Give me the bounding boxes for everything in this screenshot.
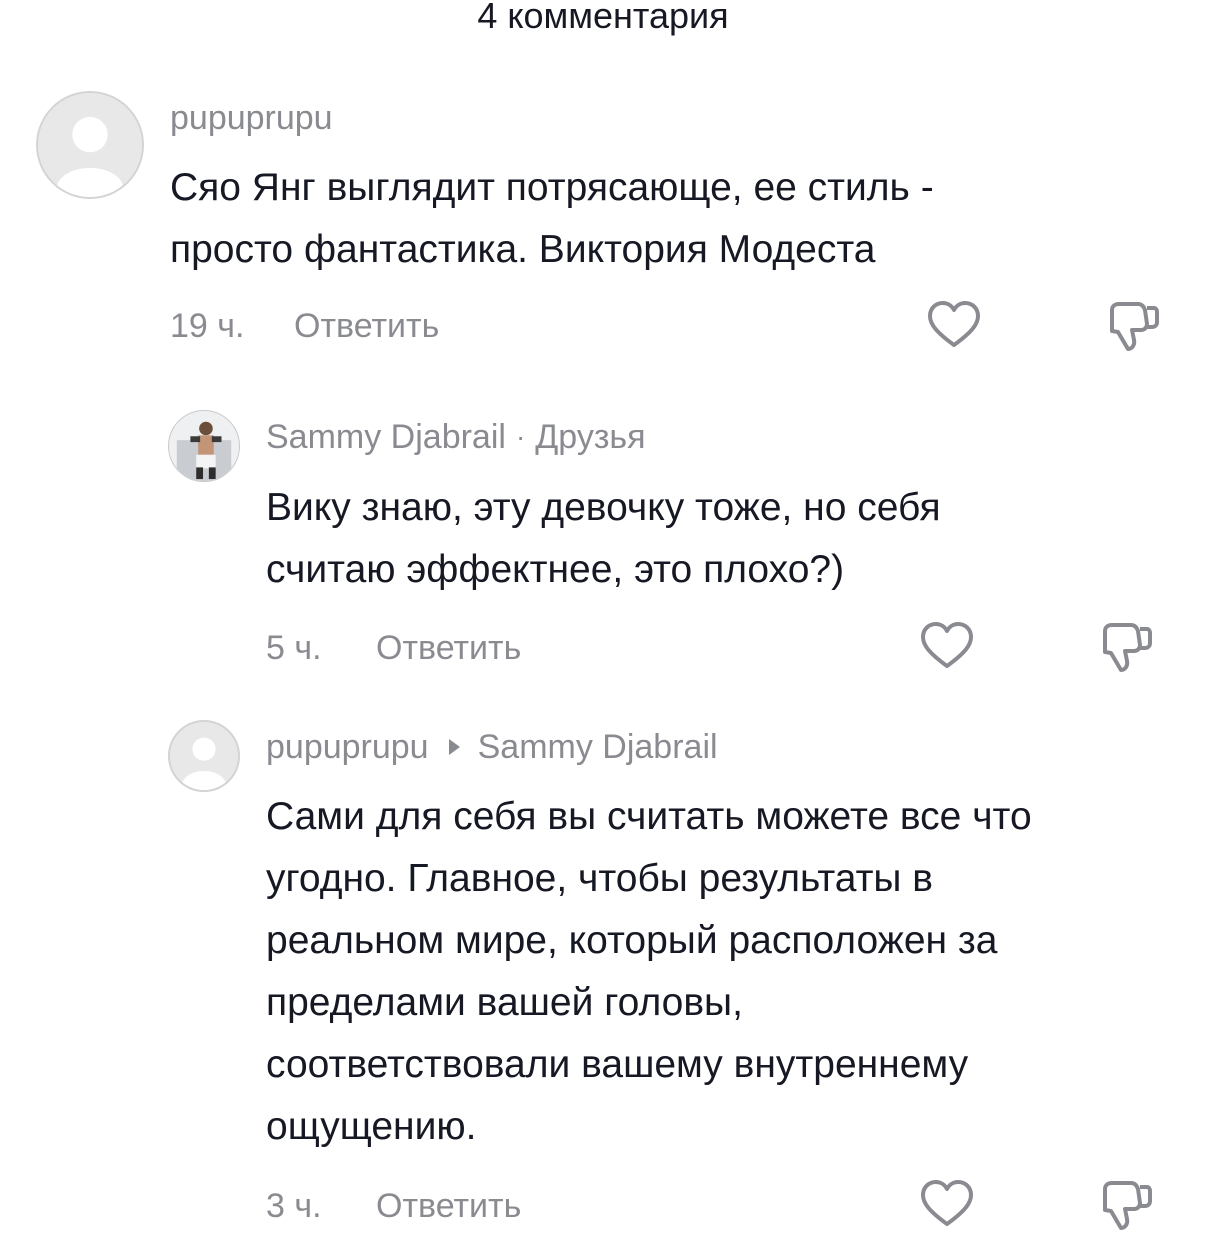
reply-button[interactable]: Ответить <box>376 628 521 668</box>
dislike-button[interactable] <box>1099 1177 1155 1233</box>
user-photo-icon <box>169 411 239 481</box>
heart-icon <box>928 301 980 347</box>
friends-badge: Друзья <box>535 418 646 456</box>
comment-text: Сами для себя вы считать можете все что … <box>266 795 1032 1148</box>
comment-username[interactable]: pupuprupu <box>170 98 333 138</box>
reply-to-username-link[interactable]: Sammy Djabrail <box>478 727 718 767</box>
default-avatar-icon <box>170 722 238 790</box>
avatar[interactable] <box>168 410 240 482</box>
dislike-button[interactable] <box>1099 619 1155 675</box>
avatar[interactable] <box>168 720 240 792</box>
reply-button[interactable]: Ответить <box>294 306 439 346</box>
comments-count-title: 4 комментария <box>477 0 729 36</box>
username-link[interactable]: Sammy Djabrail <box>266 417 506 457</box>
heart-icon <box>921 1180 973 1226</box>
comment-meta: 3 ч. Ответить <box>266 1186 521 1226</box>
default-avatar-icon <box>38 93 142 197</box>
username-link[interactable]: pupuprupu <box>170 98 333 138</box>
username-link[interactable]: pupuprupu <box>266 727 429 767</box>
thumbs-down-icon <box>1103 1181 1152 1230</box>
like-button[interactable] <box>919 619 975 675</box>
comment-text: Вику знаю, эту девочку тоже, но себя счи… <box>266 486 941 591</box>
comment-time: 3 ч. <box>266 1187 322 1225</box>
comment-text: Сяо Янг выглядит потрясающе, ее стиль - … <box>170 166 934 271</box>
reply-arrow-icon <box>448 739 460 755</box>
separator-dot: · <box>515 421 526 452</box>
comment-time: 5 ч. <box>266 629 322 667</box>
like-button[interactable] <box>919 1177 975 1233</box>
dislike-button[interactable] <box>1106 298 1162 354</box>
comment-meta: 5 ч. Ответить <box>266 628 521 668</box>
reply-button[interactable]: Ответить <box>376 1186 521 1226</box>
comment-meta: 19 ч. Ответить <box>170 306 439 346</box>
avatar[interactable] <box>36 91 144 199</box>
thumbs-down-icon <box>1103 623 1152 672</box>
comment-time: 19 ч. <box>170 307 245 345</box>
comment-username: pupuprupu Sammy Djabrail <box>266 727 718 767</box>
comment-username: Sammy Djabrail · Друзья <box>266 417 646 457</box>
thumbs-down-icon <box>1110 302 1159 351</box>
heart-icon <box>921 622 973 668</box>
like-button[interactable] <box>926 298 982 354</box>
